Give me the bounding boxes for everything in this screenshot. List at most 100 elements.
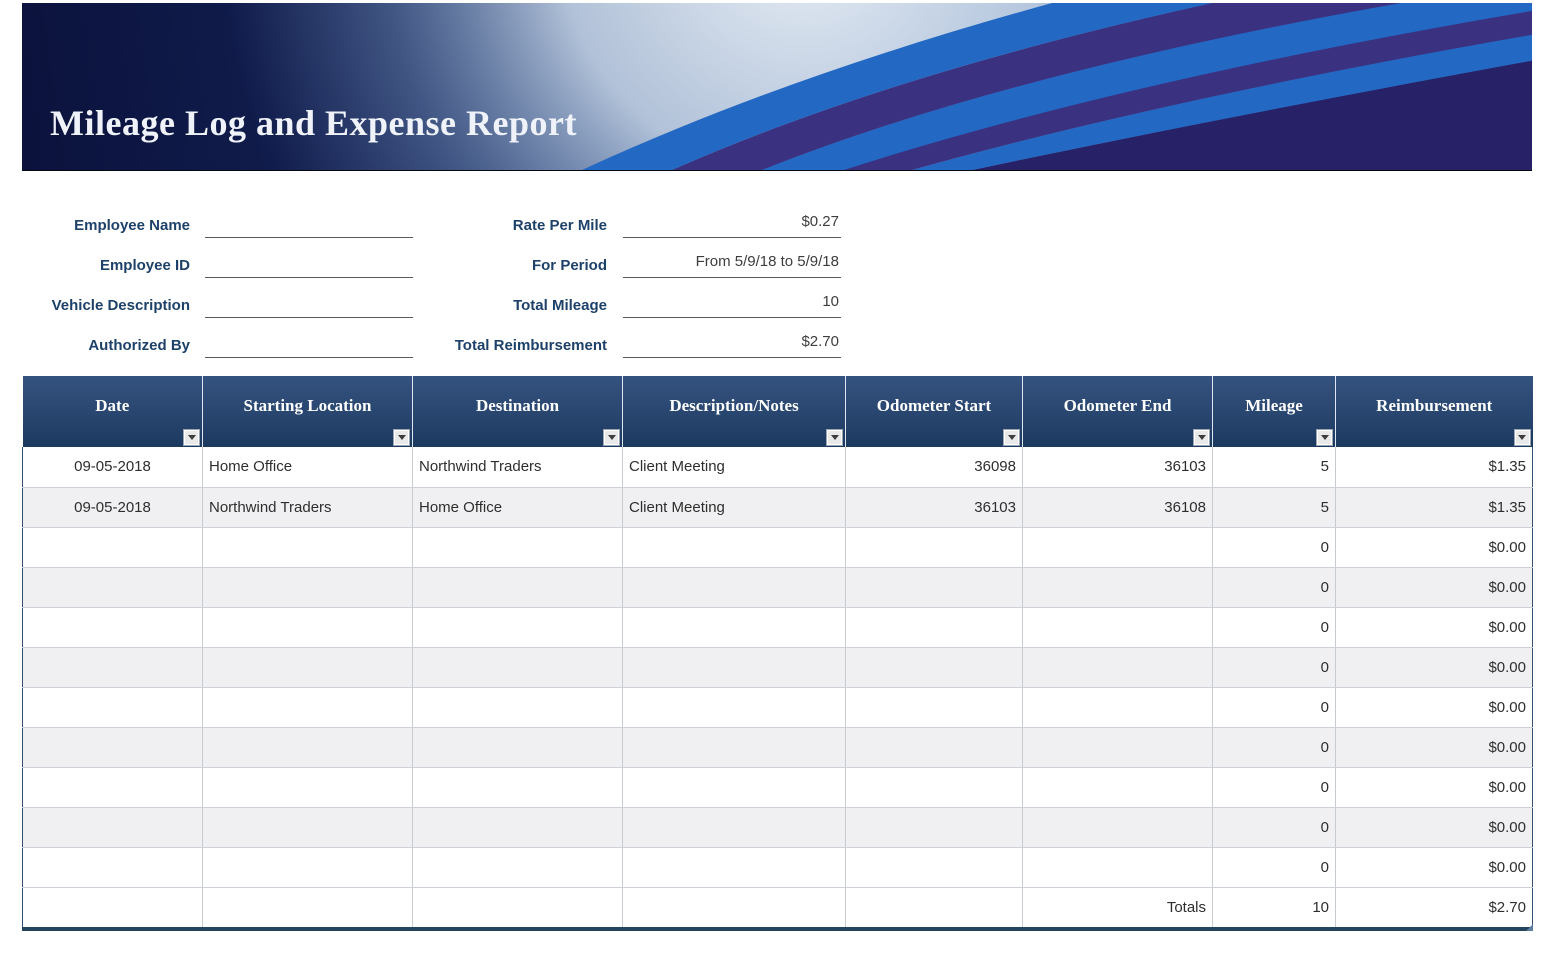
table-cell-date[interactable] <box>23 727 203 767</box>
table-cell-destination[interactable] <box>413 807 623 847</box>
table-cell-description-notes[interactable] <box>623 767 846 807</box>
table-cell-mileage[interactable]: 0 <box>1213 567 1336 607</box>
table-cell-odometer-end[interactable] <box>1023 847 1213 887</box>
table-cell-odometer-start[interactable] <box>846 647 1023 687</box>
table-cell-starting-location[interactable] <box>203 607 413 647</box>
table-cell-odometer-end[interactable] <box>1023 567 1213 607</box>
totals-cell-mileage[interactable]: 10 <box>1213 887 1336 927</box>
filter-button-reimbursement[interactable] <box>1514 429 1531 446</box>
table-cell-odometer-start[interactable] <box>846 687 1023 727</box>
table-cell-description-notes[interactable] <box>623 567 846 607</box>
table-cell-reimbursement[interactable]: $0.00 <box>1336 687 1533 727</box>
table-cell-mileage[interactable]: 0 <box>1213 767 1336 807</box>
table-cell-starting-location[interactable] <box>203 687 413 727</box>
totals-cell-odometer-end[interactable]: Totals <box>1023 887 1213 927</box>
table-cell-description-notes[interactable] <box>623 687 846 727</box>
table-cell-description-notes[interactable] <box>623 647 846 687</box>
table-cell-starting-location[interactable] <box>203 647 413 687</box>
table-cell-mileage[interactable]: 5 <box>1213 487 1336 527</box>
table-cell-odometer-end[interactable] <box>1023 767 1213 807</box>
table-cell-destination[interactable] <box>413 527 623 567</box>
column-header-mileage[interactable]: Mileage <box>1213 376 1336 447</box>
table-cell-odometer-start[interactable] <box>846 607 1023 647</box>
table-cell-odometer-end[interactable] <box>1023 807 1213 847</box>
table-cell-destination[interactable] <box>413 767 623 807</box>
table-cell-odometer-start[interactable] <box>846 767 1023 807</box>
table-cell-date[interactable] <box>23 847 203 887</box>
table-cell-destination[interactable] <box>413 687 623 727</box>
table-cell-description-notes[interactable] <box>623 607 846 647</box>
table-cell-description-notes[interactable]: Client Meeting <box>623 447 846 487</box>
table-cell-odometer-start[interactable] <box>846 527 1023 567</box>
filter-button-description-notes[interactable] <box>826 429 843 446</box>
table-cell-starting-location[interactable]: Northwind Traders <box>203 487 413 527</box>
table-cell-mileage[interactable]: 5 <box>1213 447 1336 487</box>
table-cell-odometer-end[interactable]: 36103 <box>1023 447 1213 487</box>
table-cell-date[interactable] <box>23 807 203 847</box>
table-cell-odometer-start[interactable]: 36103 <box>846 487 1023 527</box>
total-reimbursement-field[interactable]: $2.70 <box>623 318 841 358</box>
table-cell-starting-location[interactable] <box>203 527 413 567</box>
table-cell-odometer-end[interactable] <box>1023 647 1213 687</box>
table-cell-odometer-end[interactable] <box>1023 527 1213 567</box>
table-cell-reimbursement[interactable]: $0.00 <box>1336 567 1533 607</box>
table-cell-description-notes[interactable] <box>623 527 846 567</box>
table-cell-date[interactable] <box>23 527 203 567</box>
table-cell-mileage[interactable]: 0 <box>1213 687 1336 727</box>
table-cell-description-notes[interactable] <box>623 807 846 847</box>
filter-button-mileage[interactable] <box>1316 429 1333 446</box>
table-cell-reimbursement[interactable]: $0.00 <box>1336 847 1533 887</box>
totals-cell-destination[interactable] <box>413 887 623 927</box>
table-cell-odometer-end[interactable] <box>1023 727 1213 767</box>
table-cell-destination[interactable] <box>413 567 623 607</box>
table-cell-starting-location[interactable] <box>203 767 413 807</box>
table-cell-odometer-end[interactable]: 36108 <box>1023 487 1213 527</box>
employee-id-field[interactable] <box>205 238 413 278</box>
table-cell-reimbursement[interactable]: $0.00 <box>1336 727 1533 767</box>
table-cell-odometer-start[interactable] <box>846 847 1023 887</box>
table-cell-reimbursement[interactable]: $0.00 <box>1336 807 1533 847</box>
table-cell-odometer-start[interactable] <box>846 807 1023 847</box>
table-cell-destination[interactable] <box>413 847 623 887</box>
table-cell-reimbursement[interactable]: $1.35 <box>1336 447 1533 487</box>
table-cell-mileage[interactable]: 0 <box>1213 527 1336 567</box>
table-cell-starting-location[interactable] <box>203 847 413 887</box>
totals-cell-starting-location[interactable] <box>203 887 413 927</box>
totals-cell-description-notes[interactable] <box>623 887 846 927</box>
totals-cell-date[interactable] <box>23 887 203 927</box>
table-cell-description-notes[interactable] <box>623 727 846 767</box>
table-cell-date[interactable] <box>23 687 203 727</box>
table-cell-reimbursement[interactable]: $0.00 <box>1336 647 1533 687</box>
table-cell-mileage[interactable]: 0 <box>1213 647 1336 687</box>
table-cell-reimbursement[interactable]: $0.00 <box>1336 767 1533 807</box>
table-cell-mileage[interactable]: 0 <box>1213 607 1336 647</box>
table-cell-odometer-start[interactable]: 36098 <box>846 447 1023 487</box>
rate-per-mile-field[interactable]: $0.27 <box>623 198 841 238</box>
vehicle-description-field[interactable] <box>205 278 413 318</box>
table-cell-mileage[interactable]: 0 <box>1213 847 1336 887</box>
table-cell-date[interactable] <box>23 607 203 647</box>
table-cell-destination[interactable] <box>413 647 623 687</box>
filter-button-odometer-start[interactable] <box>1003 429 1020 446</box>
filter-button-destination[interactable] <box>603 429 620 446</box>
table-cell-destination[interactable] <box>413 607 623 647</box>
table-cell-mileage[interactable]: 0 <box>1213 807 1336 847</box>
totals-cell-odometer-start[interactable] <box>846 887 1023 927</box>
for-period-field[interactable]: From 5/9/18 to 5/9/18 <box>623 238 841 278</box>
table-cell-odometer-end[interactable] <box>1023 607 1213 647</box>
column-header-destination[interactable]: Destination <box>413 376 623 447</box>
table-cell-starting-location[interactable] <box>203 807 413 847</box>
table-cell-date[interactable] <box>23 567 203 607</box>
table-cell-reimbursement[interactable]: $1.35 <box>1336 487 1533 527</box>
table-cell-destination[interactable]: Home Office <box>413 487 623 527</box>
table-cell-date[interactable]: 09-05-2018 <box>23 447 203 487</box>
employee-name-field[interactable] <box>205 198 413 238</box>
table-cell-destination[interactable] <box>413 727 623 767</box>
authorized-by-field[interactable] <box>205 318 413 358</box>
table-cell-odometer-start[interactable] <box>846 567 1023 607</box>
column-header-description-notes[interactable]: Description/Notes <box>623 376 846 447</box>
table-cell-date[interactable] <box>23 767 203 807</box>
column-header-starting-location[interactable]: Starting Location <box>203 376 413 447</box>
table-cell-mileage[interactable]: 0 <box>1213 727 1336 767</box>
table-cell-destination[interactable]: Northwind Traders <box>413 447 623 487</box>
